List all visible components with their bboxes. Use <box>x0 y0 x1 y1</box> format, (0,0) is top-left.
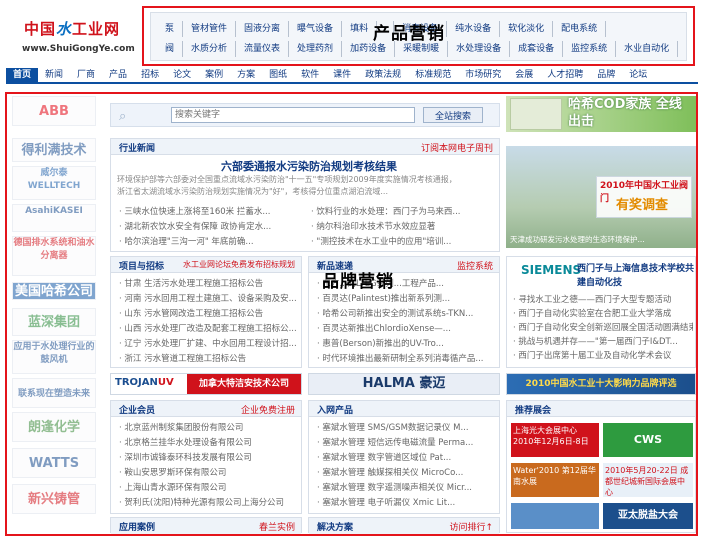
nav-item[interactable]: 厂商 <box>70 68 102 82</box>
nav-item[interactable]: 标准规范 <box>408 68 458 82</box>
nav-item[interactable]: 产品 <box>102 68 134 82</box>
nav-item[interactable]: 新闻 <box>38 68 70 82</box>
logo-water-glyph: 水 <box>56 20 73 38</box>
logo-text: 中国水工业网 <box>24 20 121 38</box>
nav-item[interactable]: 案例 <box>198 68 230 82</box>
nav-item[interactable]: 人才招聘 <box>540 68 590 82</box>
nav-item[interactable]: 论文 <box>166 68 198 82</box>
nav-item[interactable]: 品牌 <box>590 68 622 82</box>
nav-item[interactable]: 首页 <box>6 68 39 82</box>
brand-highlight-frame <box>5 92 698 536</box>
product-marketing-label: 产品营销 <box>373 24 445 44</box>
nav-item[interactable]: 政策法规 <box>358 68 408 82</box>
nav-item[interactable]: 软件 <box>294 68 326 82</box>
nav-item[interactable]: 市场研究 <box>458 68 508 82</box>
brand-marketing-label: 品牌营销 <box>322 272 394 292</box>
nav-item[interactable]: 图纸 <box>262 68 294 82</box>
main-nav: 首页 新闻 厂商 产品 招标 论文 案例 方案 图纸 软件 课件 政策法规 标准规范 市场研究 会展 人才招聘… <box>6 68 698 84</box>
nav-item[interactable]: 方案 <box>230 68 262 82</box>
nav-item[interactable]: 会展 <box>508 68 540 82</box>
nav-item[interactable]: 课件 <box>326 68 358 82</box>
logo-url: www.ShuiGongYe.com <box>22 44 135 54</box>
nav-item[interactable]: 论坛 <box>622 68 654 82</box>
site-logo[interactable]: 中国水工业网 www.ShuiGongYe.com <box>8 8 138 60</box>
nav-item[interactable]: 招标 <box>134 68 166 82</box>
